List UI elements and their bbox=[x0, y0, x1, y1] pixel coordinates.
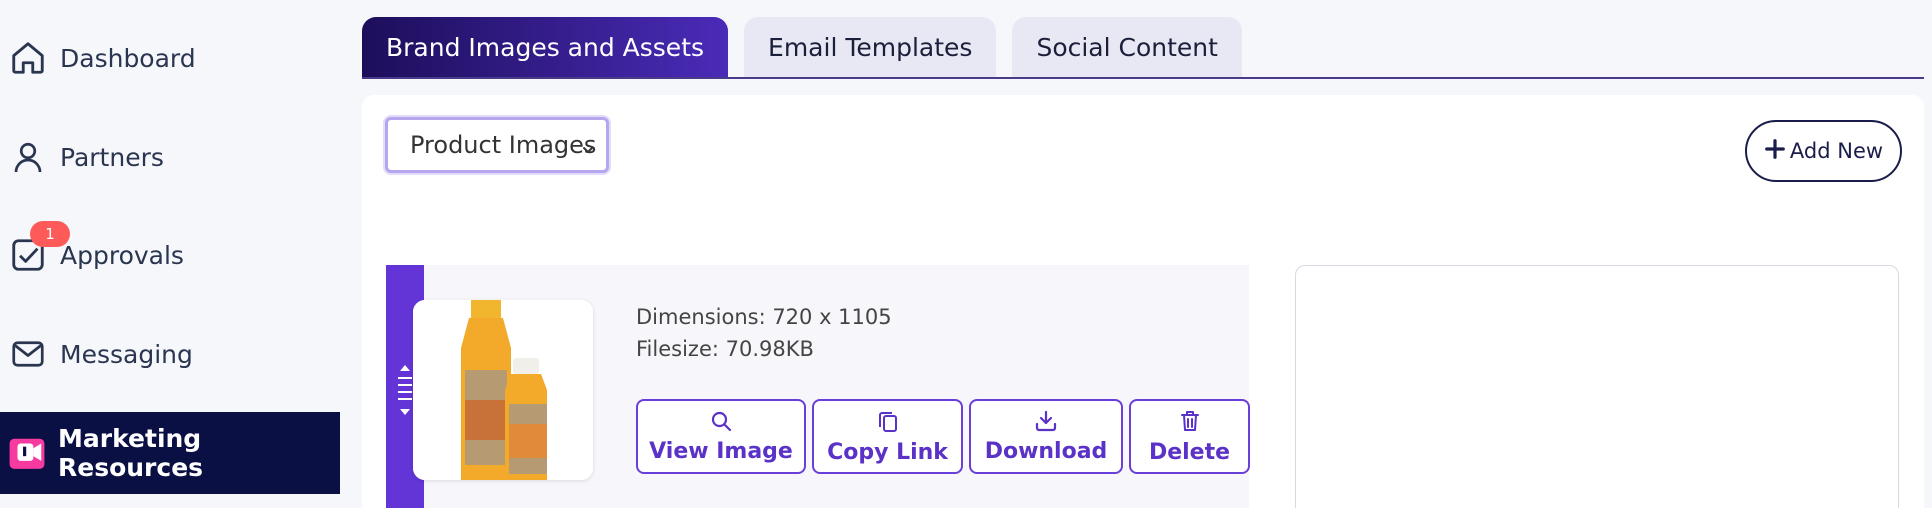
asset-filesize: Filesize: 70.98KB bbox=[636, 337, 814, 361]
delete-button[interactable]: Delete bbox=[1129, 399, 1250, 474]
sidebar: Dashboard Partners 1 Approvals Messaging… bbox=[0, 0, 340, 508]
copy-link-label: Copy Link bbox=[827, 440, 948, 465]
tab-bar: Brand Images and Assets Email Templates … bbox=[362, 17, 1242, 77]
add-new-label: Add New bbox=[1789, 139, 1884, 163]
sidebar-item-label: Messaging bbox=[60, 339, 193, 369]
sidebar-item-label: Approvals bbox=[60, 240, 184, 270]
plus-icon bbox=[1764, 138, 1786, 165]
category-select-value: Product Images bbox=[410, 131, 597, 159]
asset-thumbnail[interactable] bbox=[413, 300, 593, 480]
copy-icon bbox=[876, 408, 900, 440]
trash-icon bbox=[1178, 408, 1202, 440]
sidebar-item-partners[interactable]: Partners bbox=[0, 116, 340, 198]
asset-card: Dimensions: 720 x 1105 Filesize: 70.98KB… bbox=[386, 265, 1250, 508]
sidebar-item-label: Dashboard bbox=[60, 43, 196, 73]
add-new-button[interactable]: Add New bbox=[1745, 120, 1902, 182]
asset-actions: View Image Copy Link Download Delete bbox=[636, 399, 1250, 474]
sidebar-item-label: Partners bbox=[60, 142, 164, 172]
asset-meta: Dimensions: 720 x 1105 Filesize: 70.98KB bbox=[636, 301, 892, 365]
delete-label: Delete bbox=[1148, 440, 1231, 465]
checkbox-icon: 1 bbox=[8, 221, 70, 275]
sidebar-item-messaging[interactable]: Messaging bbox=[0, 313, 340, 395]
sidebar-item-label: Marketing Resources bbox=[58, 424, 204, 482]
sidebar-item-marketing-resources[interactable]: Marketing Resources bbox=[0, 412, 340, 494]
home-icon bbox=[8, 38, 48, 78]
notification-badge: 1 bbox=[30, 221, 70, 247]
user-icon bbox=[8, 137, 48, 177]
tab-social-content[interactable]: Social Content bbox=[1012, 17, 1242, 77]
marketing-icon bbox=[8, 433, 46, 473]
category-select[interactable]: Product Images bbox=[385, 117, 609, 173]
download-label: Download bbox=[984, 439, 1108, 464]
tab-brand-images[interactable]: Brand Images and Assets bbox=[362, 17, 729, 77]
asset-dimensions: Dimensions: 720 x 1105 bbox=[636, 305, 892, 329]
asset-preview-pane bbox=[1295, 265, 1899, 508]
search-icon bbox=[709, 409, 733, 439]
download-icon bbox=[1034, 409, 1058, 439]
assets-panel: Product Images Add New Dimensions: 720 x… bbox=[362, 95, 1924, 508]
download-button[interactable]: Download bbox=[969, 399, 1123, 474]
tab-email-templates[interactable]: Email Templates bbox=[744, 17, 997, 77]
sidebar-item-approvals[interactable]: 1 Approvals bbox=[0, 214, 340, 296]
mail-icon bbox=[8, 334, 48, 374]
sidebar-item-dashboard[interactable]: Dashboard bbox=[0, 17, 340, 99]
tab-divider bbox=[362, 77, 1924, 79]
view-image-button[interactable]: View Image bbox=[636, 399, 806, 474]
copy-link-button[interactable]: Copy Link bbox=[812, 399, 963, 474]
chevron-down-icon bbox=[580, 136, 596, 164]
view-image-label: View Image bbox=[649, 439, 793, 464]
